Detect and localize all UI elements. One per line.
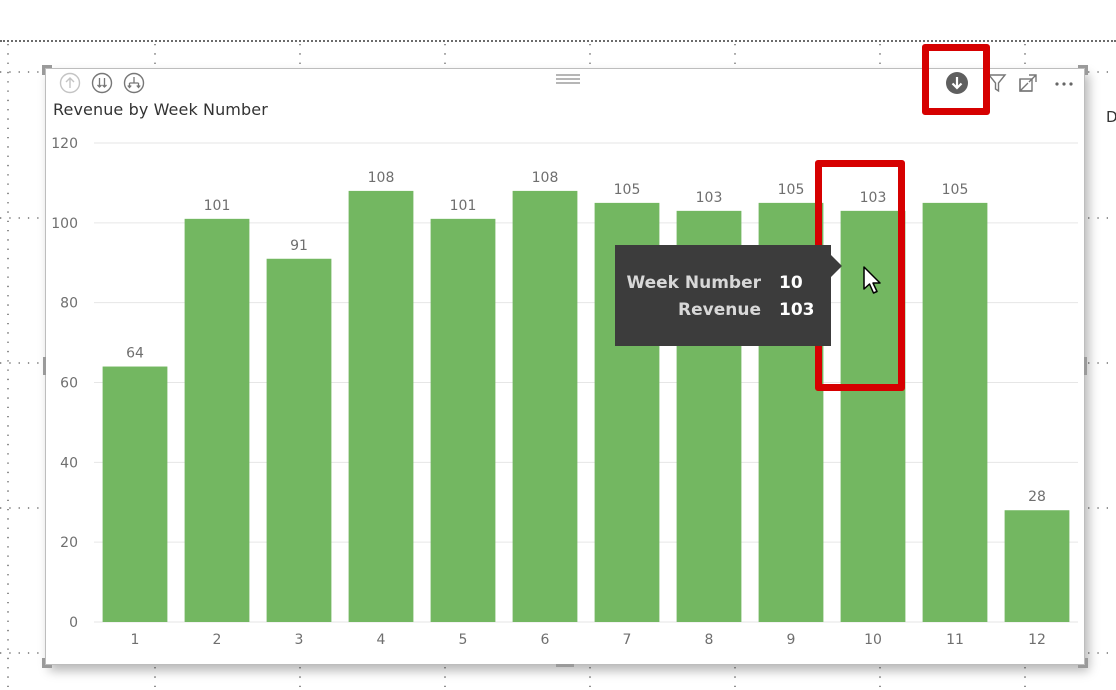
bar-week-2[interactable] — [184, 218, 250, 622]
y-tick-label: 100 — [51, 216, 78, 232]
bar-week-6[interactable] — [512, 190, 578, 622]
x-tick-label: 12 — [1028, 632, 1046, 648]
tooltip-value: 10 — [779, 273, 803, 293]
bar-week-12[interactable] — [1004, 510, 1070, 622]
resize-handle-right[interactable] — [1084, 357, 1087, 375]
resize-handle-top-right[interactable] — [1085, 65, 1088, 75]
x-tick-label: 5 — [459, 632, 468, 648]
resize-handle-top-left[interactable] — [42, 65, 45, 75]
bar-week-1[interactable] — [102, 366, 168, 622]
tooltip-row-week-number: Week Number 10 — [615, 273, 831, 295]
tooltip-label: Revenue — [678, 300, 761, 320]
chart-tooltip: Week Number 10 Revenue 103 — [615, 245, 842, 346]
y-tick-label: 60 — [60, 376, 78, 392]
tooltip-pointer — [831, 255, 842, 277]
x-tick-label: 4 — [377, 632, 386, 648]
edge-clipped-text: D — [1106, 108, 1116, 126]
resize-handle-bottom-left[interactable] — [42, 658, 45, 668]
data-label: 91 — [290, 238, 308, 254]
x-tick-label: 7 — [623, 632, 632, 648]
data-label: 101 — [204, 198, 231, 214]
tooltip-value: 103 — [779, 300, 815, 320]
y-tick-label: 80 — [60, 296, 78, 312]
x-tick-label: 6 — [541, 632, 550, 648]
mouse-cursor-icon — [863, 266, 881, 294]
x-tick-label: 2 — [213, 632, 222, 648]
canvas-top-border — [0, 40, 1116, 42]
data-label: 105 — [778, 182, 805, 198]
y-tick-label: 20 — [60, 535, 78, 551]
x-tick-label: 9 — [787, 632, 796, 648]
data-label: 105 — [942, 182, 969, 198]
y-tick-label: 120 — [51, 136, 78, 152]
x-tick-label: 1 — [131, 632, 140, 648]
x-tick-label: 8 — [705, 632, 714, 648]
data-label: 108 — [532, 170, 559, 186]
chart-plot-area: 0204060801001206411012913108410151086105… — [51, 136, 1078, 648]
x-tick-label: 3 — [295, 632, 304, 648]
data-label: 28 — [1028, 489, 1046, 505]
bar-week-4[interactable] — [348, 190, 414, 622]
data-label: 64 — [126, 346, 144, 362]
tooltip-label: Week Number — [626, 273, 761, 293]
bar-chart-visual[interactable]: Revenue by Week Number 0 20 40 60 80 100 120 64… — [42, 65, 1088, 668]
x-tick-label: 11 — [946, 632, 964, 648]
tooltip-row-revenue: Revenue 103 — [615, 300, 831, 322]
resize-handle-bottom-right[interactable] — [1085, 658, 1088, 668]
resize-handle-bottom[interactable] — [556, 664, 574, 667]
data-label: 108 — [368, 170, 395, 186]
bar-week-3[interactable] — [266, 258, 332, 622]
y-tick-label: 0 — [69, 615, 78, 631]
data-label: 103 — [696, 190, 723, 206]
highlight-drill-mode-button — [922, 44, 990, 115]
y-tick-label: 40 — [60, 455, 78, 471]
x-tick-label: 10 — [864, 632, 882, 648]
data-label: 101 — [450, 198, 477, 214]
bar-week-5[interactable] — [430, 218, 496, 622]
data-label: 105 — [614, 182, 641, 198]
bar-week-11[interactable] — [922, 202, 988, 622]
